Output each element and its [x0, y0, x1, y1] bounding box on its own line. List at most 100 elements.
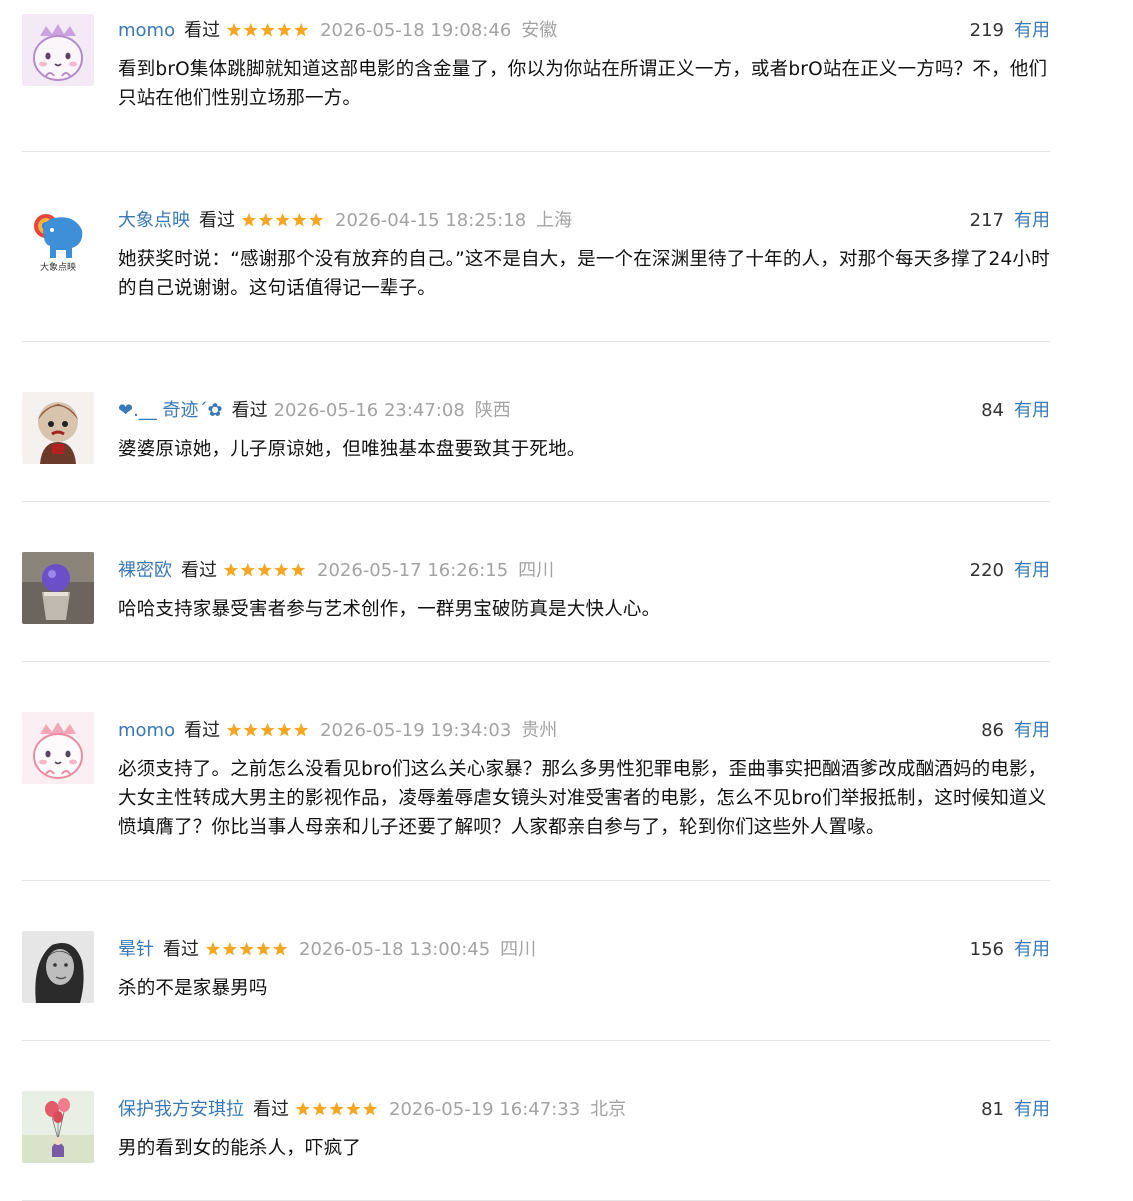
star-icons — [242, 213, 324, 227]
star-icon — [277, 23, 292, 37]
vote-count: 217 — [969, 210, 1004, 231]
rating-stars — [226, 22, 310, 38]
comment-text: 看到brO集体跳脚就知道这部电影的含金量了，你以为你站在所谓正义一方，或者brO… — [118, 59, 1048, 109]
vote-count: 219 — [969, 20, 1004, 41]
rating-stars — [295, 1101, 379, 1117]
vote-count: 220 — [969, 560, 1004, 581]
star-icon — [256, 942, 271, 956]
star-icon — [312, 1102, 327, 1116]
star-icon — [224, 563, 238, 577]
comment-meta: 晕针 看过 2026-05-18 13:00:45 四川 156 有用 — [118, 935, 1050, 965]
rating-stars — [226, 722, 310, 738]
purple-cup-avatar[interactable] — [22, 552, 94, 624]
useful-button[interactable]: 有用 — [1014, 210, 1050, 231]
comment-item: 裸密欧 看过 2026-05-17 16:26:15 四川 220 有用 哈哈支持家暴受… — [22, 502, 1050, 662]
star-icon — [206, 942, 220, 956]
comment-region: 安徽 — [521, 20, 558, 41]
comment-item: 大象点映 大象点映 看过 2026-04-15 18:25:18 上海 217 有用 她… — [22, 152, 1050, 342]
username-link[interactable]: momo — [118, 20, 175, 41]
elephant-logo-avatar[interactable]: 大象点映 — [22, 202, 94, 274]
rating-stars — [241, 212, 325, 228]
useful-button[interactable]: 有用 — [1014, 720, 1050, 741]
star-icon — [329, 1102, 344, 1116]
comment-text: 必须支持了。之前怎么没看见bro们这么关心家暴？那么多男性犯罪电影，歪曲事实把酗… — [118, 759, 1047, 838]
username-link[interactable]: ❤.__ 奇迹´✿ — [118, 400, 223, 421]
comment-region: 陕西 — [474, 400, 511, 421]
vote-count: 81 — [981, 1099, 1004, 1120]
comment-text: 哈哈支持家暴受害者参与艺术创作，一群男宝破防真是大快人心。 — [118, 599, 661, 620]
watch-status: 看过 — [184, 720, 221, 741]
useful-button[interactable]: 有用 — [1014, 560, 1050, 581]
comment-region: 贵州 — [521, 720, 558, 741]
star-icon — [309, 213, 324, 227]
rating-stars — [205, 941, 289, 957]
watch-status: 看过 — [253, 1099, 289, 1120]
star-icon — [222, 942, 237, 956]
star-icon — [258, 213, 273, 227]
star-icons — [206, 942, 288, 956]
star-icon — [260, 723, 275, 737]
comment-text: 杀的不是家暴男吗 — [118, 978, 268, 999]
star-icon — [239, 942, 254, 956]
useful-button[interactable]: 有用 — [1014, 1099, 1050, 1120]
comment-item: momo 看过 2026-05-18 19:08:46 安徽 219 有用 看到brO集… — [22, 0, 1050, 152]
comment-list: momo 看过 2026-05-18 19:08:46 安徽 219 有用 看到brO集… — [0, 0, 1133, 1201]
useful-button[interactable]: 有用 — [1014, 939, 1050, 960]
comment-time: 2026-05-18 13:00:45 — [299, 939, 491, 960]
watch-status: 看过 — [184, 20, 221, 41]
comment-time: 2026-04-15 18:25:18 — [335, 210, 527, 231]
star-icon — [274, 563, 289, 577]
star-icon — [292, 213, 307, 227]
username-link[interactable]: 大象点映 — [118, 210, 190, 231]
username-link[interactable]: momo — [118, 720, 175, 741]
star-icon — [227, 723, 242, 737]
balloon-avatar[interactable] — [22, 1091, 94, 1163]
comment-meta: momo 看过 2026-05-19 19:34:03 贵州 86 有用 — [118, 716, 1050, 746]
comment-item: 保护我方安琪拉 看过 2026-05-19 16:47:33 北京 81 有用 男的看到… — [22, 1041, 1050, 1201]
comment-region: 四川 — [518, 560, 555, 581]
pink-dino-avatar[interactable] — [22, 712, 94, 784]
username-link[interactable]: 晕针 — [118, 939, 154, 960]
star-icon — [243, 723, 258, 737]
comment-region: 四川 — [500, 939, 537, 960]
star-icon — [294, 23, 309, 37]
star-icon — [257, 563, 272, 577]
star-icon — [227, 23, 242, 37]
avatar-caption: 大象点映 — [40, 261, 76, 273]
star-icons — [227, 723, 309, 737]
star-icon — [273, 942, 288, 956]
comment-time: 2026-05-17 16:26:15 — [317, 560, 509, 581]
star-icon — [291, 563, 306, 577]
pink-dino-avatar[interactable] — [22, 14, 94, 86]
comment-text: 婆婆原谅她，儿子原谅她，但唯独基本盘要致其于死地。 — [118, 439, 586, 460]
username-link[interactable]: 保护我方安琪拉 — [118, 1099, 244, 1120]
star-icons — [296, 1102, 378, 1116]
comment-time: 2026-05-19 16:47:33 — [389, 1099, 581, 1120]
watch-status: 看过 — [231, 400, 268, 421]
comment-text: 她获奖时说：“感谢那个没有放弃的自己。”这不是自大，是一个在深渊里待了十年的人，… — [118, 249, 1050, 299]
comment-time: 2026-05-19 19:34:03 — [320, 720, 512, 741]
star-icons — [224, 563, 306, 577]
star-icon — [363, 1102, 378, 1116]
star-icon — [346, 1102, 361, 1116]
username-link[interactable]: 裸密欧 — [118, 560, 172, 581]
watch-status: 看过 — [199, 210, 235, 231]
vote-count: 86 — [981, 720, 1004, 741]
useful-button[interactable]: 有用 — [1014, 400, 1050, 421]
comment-time: 2026-05-18 19:08:46 — [320, 20, 512, 41]
bw-portrait-avatar[interactable] — [22, 931, 94, 1003]
doll-avatar[interactable] — [22, 392, 94, 464]
comment-item: 晕针 看过 2026-05-18 13:00:45 四川 156 有用 杀的不是家暴男吗 — [22, 881, 1050, 1041]
comment-meta: momo 看过 2026-05-18 19:08:46 安徽 219 有用 — [118, 16, 1050, 46]
comment-meta: ❤.__ 奇迹´✿ 看过 2026-05-16 23:47:08 陕西 84 有用 — [118, 396, 1050, 426]
star-icons — [227, 23, 309, 37]
useful-button[interactable]: 有用 — [1014, 20, 1050, 41]
star-icon — [260, 23, 275, 37]
comment-item: momo 看过 2026-05-19 19:34:03 贵州 86 有用 必须支持了。之… — [22, 662, 1050, 881]
star-icon — [243, 23, 258, 37]
star-icon — [275, 213, 290, 227]
comment-text: 男的看到女的能杀人，吓疯了 — [118, 1138, 362, 1159]
star-icon — [294, 723, 309, 737]
watch-status: 看过 — [181, 560, 217, 581]
comment-time: 2026-05-16 23:47:08 — [273, 400, 465, 421]
